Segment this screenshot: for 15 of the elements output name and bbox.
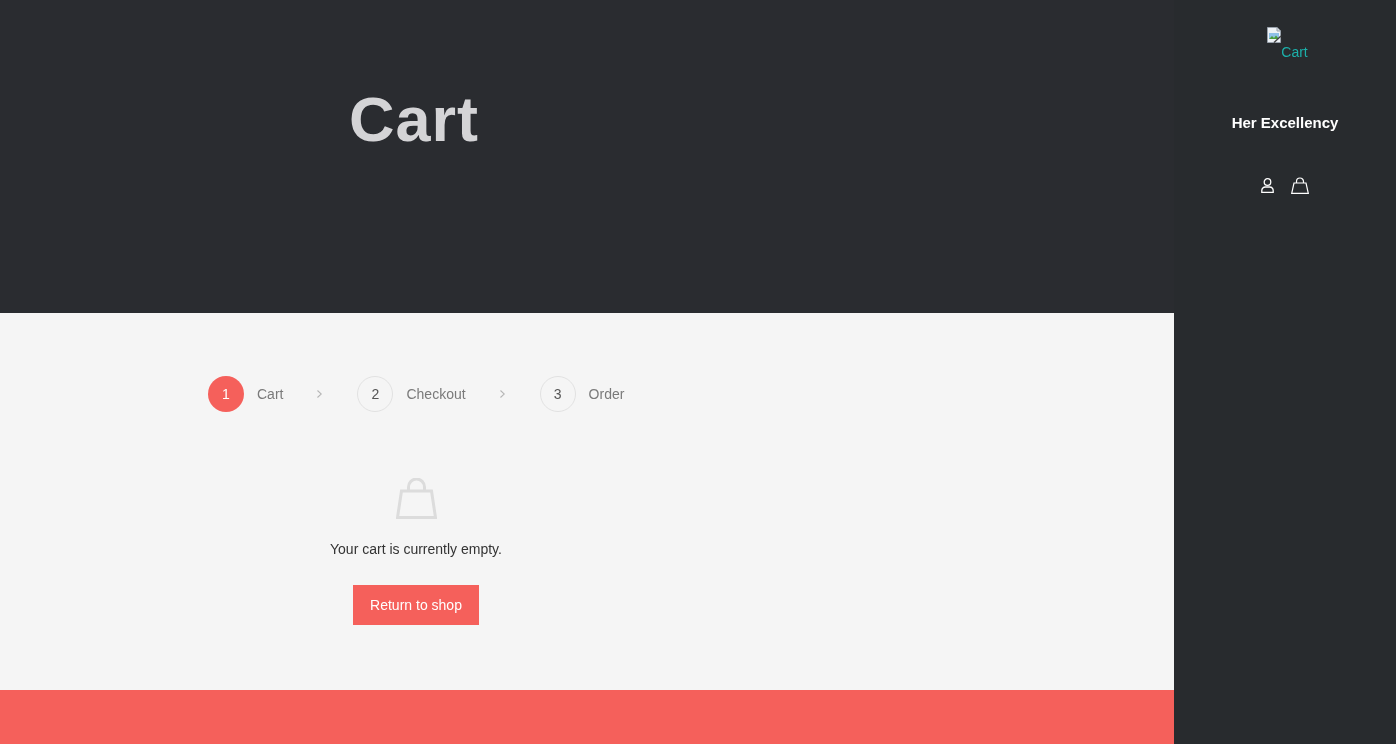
return-to-shop-button[interactable]: Return to shop: [353, 585, 479, 625]
chevron-right-icon: [499, 390, 505, 398]
logo-alt-text[interactable]: Cart: [1281, 43, 1308, 61]
shopping-bag-icon[interactable]: [1291, 177, 1309, 194]
shopping-bag-icon: [395, 478, 437, 519]
page-title: Cart: [349, 83, 480, 156]
empty-cart-message: Your cart is currently empty.: [330, 540, 502, 559]
step-label: Checkout: [406, 386, 466, 402]
step-number: 1: [208, 376, 244, 412]
chevron-right-icon: [317, 390, 323, 398]
user-icon[interactable]: [1261, 178, 1274, 193]
site-title: Her Excellency: [1231, 113, 1339, 133]
step-label: Cart: [257, 386, 284, 402]
broken-image-icon: [1266, 27, 1283, 43]
step-label: Order: [588, 386, 625, 402]
